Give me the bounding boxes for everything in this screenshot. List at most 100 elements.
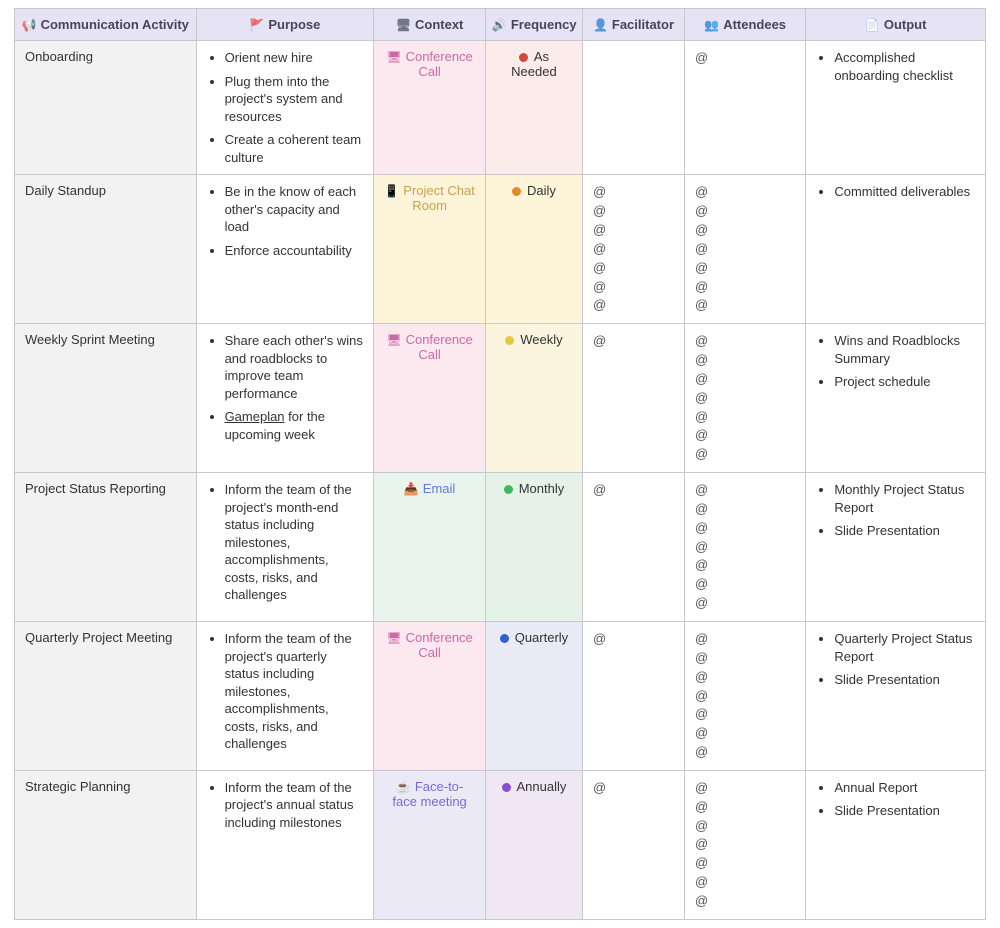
frequency-dot-icon	[512, 187, 521, 196]
header-output[interactable]: 📄Output	[806, 9, 986, 41]
mention-placeholder[interactable]: @	[695, 445, 795, 464]
frequency-dot-icon	[519, 53, 528, 62]
mention-placeholder[interactable]: @	[593, 779, 674, 798]
mention-placeholder[interactable]: @	[695, 202, 795, 221]
mention-placeholder[interactable]: @	[695, 705, 795, 724]
header-activity[interactable]: 📢Communication Activity	[15, 9, 197, 41]
mention-placeholder[interactable]: @	[593, 481, 674, 500]
table-row: Strategic PlanningInform the team of the…	[15, 770, 986, 919]
frequency-label: Quarterly	[515, 630, 568, 645]
table-row: OnboardingOrient new hirePlug them into …	[15, 41, 986, 175]
mention-placeholder[interactable]: @	[695, 835, 795, 854]
mention-placeholder[interactable]: @	[695, 892, 795, 911]
activity-name[interactable]: Quarterly Project Meeting	[15, 622, 197, 771]
mention-placeholder[interactable]: @	[695, 538, 795, 557]
context-cell[interactable]: 🖥Conference Call	[374, 324, 486, 473]
frequency-label: Weekly	[520, 332, 562, 347]
mention-placeholder[interactable]: @	[593, 630, 674, 649]
activity-name[interactable]: Project Status Reporting	[15, 473, 197, 622]
list-item: Share each other's wins and roadblocks t…	[225, 332, 364, 402]
context-cell[interactable]: ☕Face-to-face meeting	[374, 770, 486, 919]
output-cell: Committed deliverables	[806, 175, 986, 324]
header-attendees[interactable]: 👥Attendees	[684, 9, 805, 41]
mention-placeholder[interactable]: @	[695, 873, 795, 892]
list-item: Inform the team of the project's quarter…	[225, 630, 364, 753]
mention-placeholder[interactable]: @	[593, 259, 674, 278]
purpose-list: Be in the know of each other's capacity …	[207, 183, 364, 259]
context-icon: ☕	[396, 780, 411, 794]
mention-placeholder[interactable]: @	[695, 649, 795, 668]
mention-placeholder[interactable]: @	[695, 296, 795, 315]
output-cell: Accomplished onboarding checklist	[806, 41, 986, 175]
mention-placeholder[interactable]: @	[695, 630, 795, 649]
context-cell[interactable]: 📥Email	[374, 473, 486, 622]
frequency-cell[interactable]: Quarterly	[485, 622, 582, 771]
mention-placeholder[interactable]: @	[695, 779, 795, 798]
frequency-label: Daily	[527, 183, 556, 198]
frequency-dot-icon	[502, 783, 511, 792]
mention-placeholder[interactable]: @	[695, 798, 795, 817]
mention-placeholder[interactable]: @	[695, 687, 795, 706]
flag-icon: 🚩	[249, 18, 264, 32]
mention-placeholder[interactable]: @	[695, 332, 795, 351]
mention-placeholder[interactable]: @	[695, 426, 795, 445]
mention-placeholder[interactable]: @	[695, 370, 795, 389]
facilitator-cell: @	[583, 473, 685, 622]
frequency-cell[interactable]: Daily	[485, 175, 582, 324]
header-facilitator[interactable]: 👤Facilitator	[583, 9, 685, 41]
context-cell[interactable]: 🖥Conference Call	[374, 622, 486, 771]
frequency-cell[interactable]: Monthly	[485, 473, 582, 622]
mention-placeholder[interactable]: @	[695, 854, 795, 873]
activity-name[interactable]: Daily Standup	[15, 175, 197, 324]
mention-placeholder[interactable]: @	[695, 221, 795, 240]
mention-placeholder[interactable]: @	[695, 668, 795, 687]
facilitator-cell: @	[583, 770, 685, 919]
mention-placeholder[interactable]: @	[593, 278, 674, 297]
mention-placeholder[interactable]: @	[695, 278, 795, 297]
activity-name[interactable]: Strategic Planning	[15, 770, 197, 919]
mention-placeholder[interactable]: @	[695, 594, 795, 613]
communication-plan-table: 📢Communication Activity 🚩Purpose 🖥Contex…	[14, 8, 986, 920]
person-icon: 👤	[593, 18, 608, 32]
mention-placeholder[interactable]: @	[593, 221, 674, 240]
header-purpose[interactable]: 🚩Purpose	[196, 9, 374, 41]
mention-placeholder[interactable]: @	[695, 556, 795, 575]
mention-placeholder[interactable]: @	[695, 724, 795, 743]
mention-placeholder[interactable]: @	[695, 240, 795, 259]
output-list: Wins and Roadblocks SummaryProject sched…	[816, 332, 975, 391]
attendees-cell: @@@@@@@	[684, 175, 805, 324]
mention-placeholder[interactable]: @	[695, 500, 795, 519]
attendees-cell: @@@@@@@	[684, 622, 805, 771]
header-context[interactable]: 🖥Context	[374, 9, 486, 41]
mention-placeholder[interactable]: @	[695, 351, 795, 370]
mention-placeholder[interactable]: @	[593, 296, 674, 315]
context-cell[interactable]: 📱Project Chat Room	[374, 175, 486, 324]
mention-placeholder[interactable]: @	[695, 389, 795, 408]
header-frequency[interactable]: 🔊Frequency	[485, 9, 582, 41]
mention-placeholder[interactable]: @	[593, 202, 674, 221]
list-item: Slide Presentation	[834, 671, 975, 689]
table-header-row: 📢Communication Activity 🚩Purpose 🖥Contex…	[15, 9, 986, 41]
context-cell[interactable]: 🖥Conference Call	[374, 41, 486, 175]
mention-placeholder[interactable]: @	[695, 408, 795, 427]
frequency-label: Annually	[517, 779, 567, 794]
frequency-cell[interactable]: Weekly	[485, 324, 582, 473]
mention-placeholder[interactable]: @	[593, 332, 674, 351]
mention-placeholder[interactable]: @	[593, 183, 674, 202]
mention-placeholder[interactable]: @	[695, 481, 795, 500]
activity-name[interactable]: Weekly Sprint Meeting	[15, 324, 197, 473]
frequency-label: As Needed	[511, 49, 557, 79]
activity-name[interactable]: Onboarding	[15, 41, 197, 175]
mention-placeholder[interactable]: @	[695, 183, 795, 202]
mention-placeholder[interactable]: @	[695, 575, 795, 594]
mention-placeholder[interactable]: @	[593, 240, 674, 259]
mention-placeholder[interactable]: @	[695, 817, 795, 836]
mention-placeholder[interactable]: @	[695, 259, 795, 278]
context-icon: 📱	[384, 184, 399, 198]
mention-placeholder[interactable]: @	[695, 519, 795, 538]
mention-placeholder[interactable]: @	[695, 743, 795, 762]
mention-placeholder[interactable]: @	[695, 49, 795, 68]
list-item: Committed deliverables	[834, 183, 975, 201]
frequency-cell[interactable]: Annually	[485, 770, 582, 919]
frequency-cell[interactable]: As Needed	[485, 41, 582, 175]
